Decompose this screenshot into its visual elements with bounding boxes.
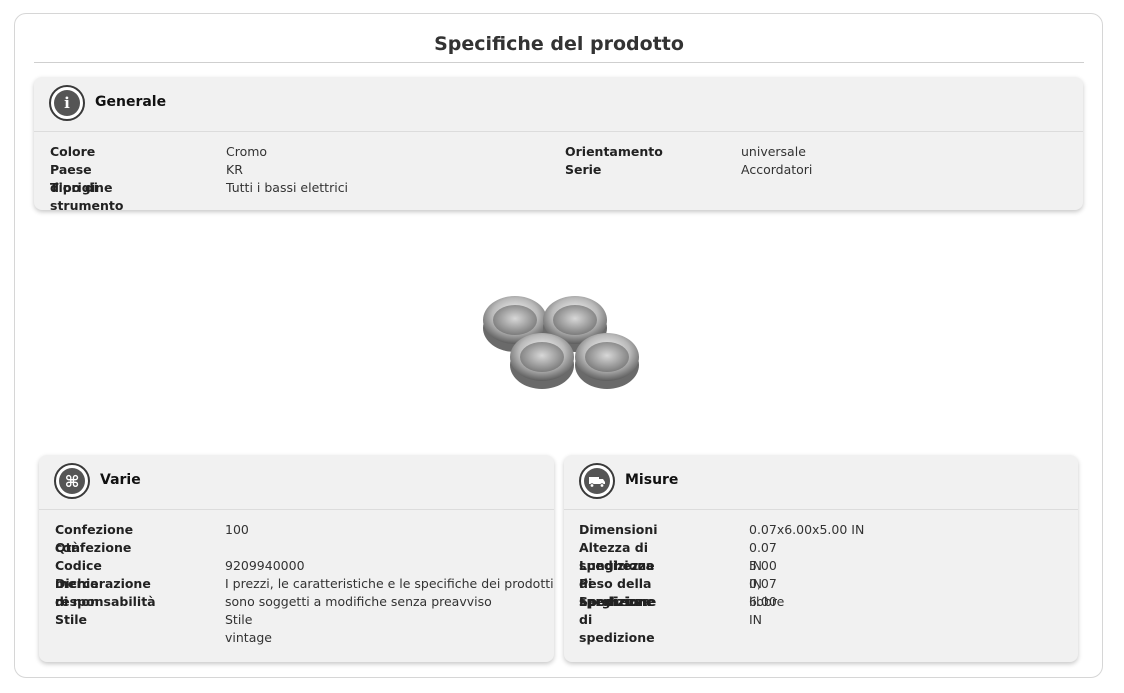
card-generale: i Generale bbox=[34, 77, 1083, 210]
product-image bbox=[483, 296, 639, 389]
spec-value: 100 bbox=[225, 522, 249, 537]
page-title: Specifiche del prodotto bbox=[34, 28, 1084, 63]
spec-value: 6.00 IN bbox=[749, 594, 777, 627]
spec-value: Stile vintage bbox=[225, 612, 272, 645]
info-icon: i bbox=[49, 85, 85, 121]
card-header: Misure bbox=[564, 455, 1078, 510]
spec-label: Orientamento bbox=[565, 144, 663, 159]
spec-value: 9209940000 bbox=[225, 558, 305, 573]
spec-value: universale bbox=[741, 144, 806, 159]
shipping-truck-icon bbox=[579, 463, 615, 499]
spec-label: Dimensioni bbox=[579, 522, 658, 537]
spec-label: Stile bbox=[55, 612, 88, 627]
card-title: Varie bbox=[100, 472, 141, 488]
spec-label: Tipo di strumento bbox=[50, 180, 124, 213]
bushing bbox=[510, 333, 574, 389]
spec-label: Serie bbox=[565, 162, 602, 177]
spec-label: responsabilità bbox=[55, 594, 156, 609]
spec-value: 0.07x6.00x5.00 IN bbox=[749, 522, 865, 537]
spec-value: Cromo bbox=[226, 144, 268, 159]
spec-value: Tutti i bassi elettrici bbox=[226, 180, 349, 195]
spec-value: Accordatori bbox=[741, 162, 813, 177]
card-title: Generale bbox=[95, 94, 167, 110]
card-title: Misure bbox=[625, 472, 679, 488]
spec-value: I prezzi, le caratteristiche e le specif… bbox=[225, 576, 554, 591]
bushing bbox=[575, 333, 639, 389]
spec-label: Qtà bbox=[55, 540, 81, 555]
spec-value: sono soggetti a modifiche senza preavvis… bbox=[225, 594, 492, 609]
command-icon: ⌘ bbox=[54, 463, 90, 499]
spec-label: Colore bbox=[50, 144, 96, 159]
card-header: ⌘ Varie bbox=[39, 455, 554, 510]
spec-label: Larghezza di spedizione bbox=[579, 594, 655, 645]
card-header: i Generale bbox=[34, 77, 1083, 132]
spec-value: KR bbox=[226, 162, 243, 177]
